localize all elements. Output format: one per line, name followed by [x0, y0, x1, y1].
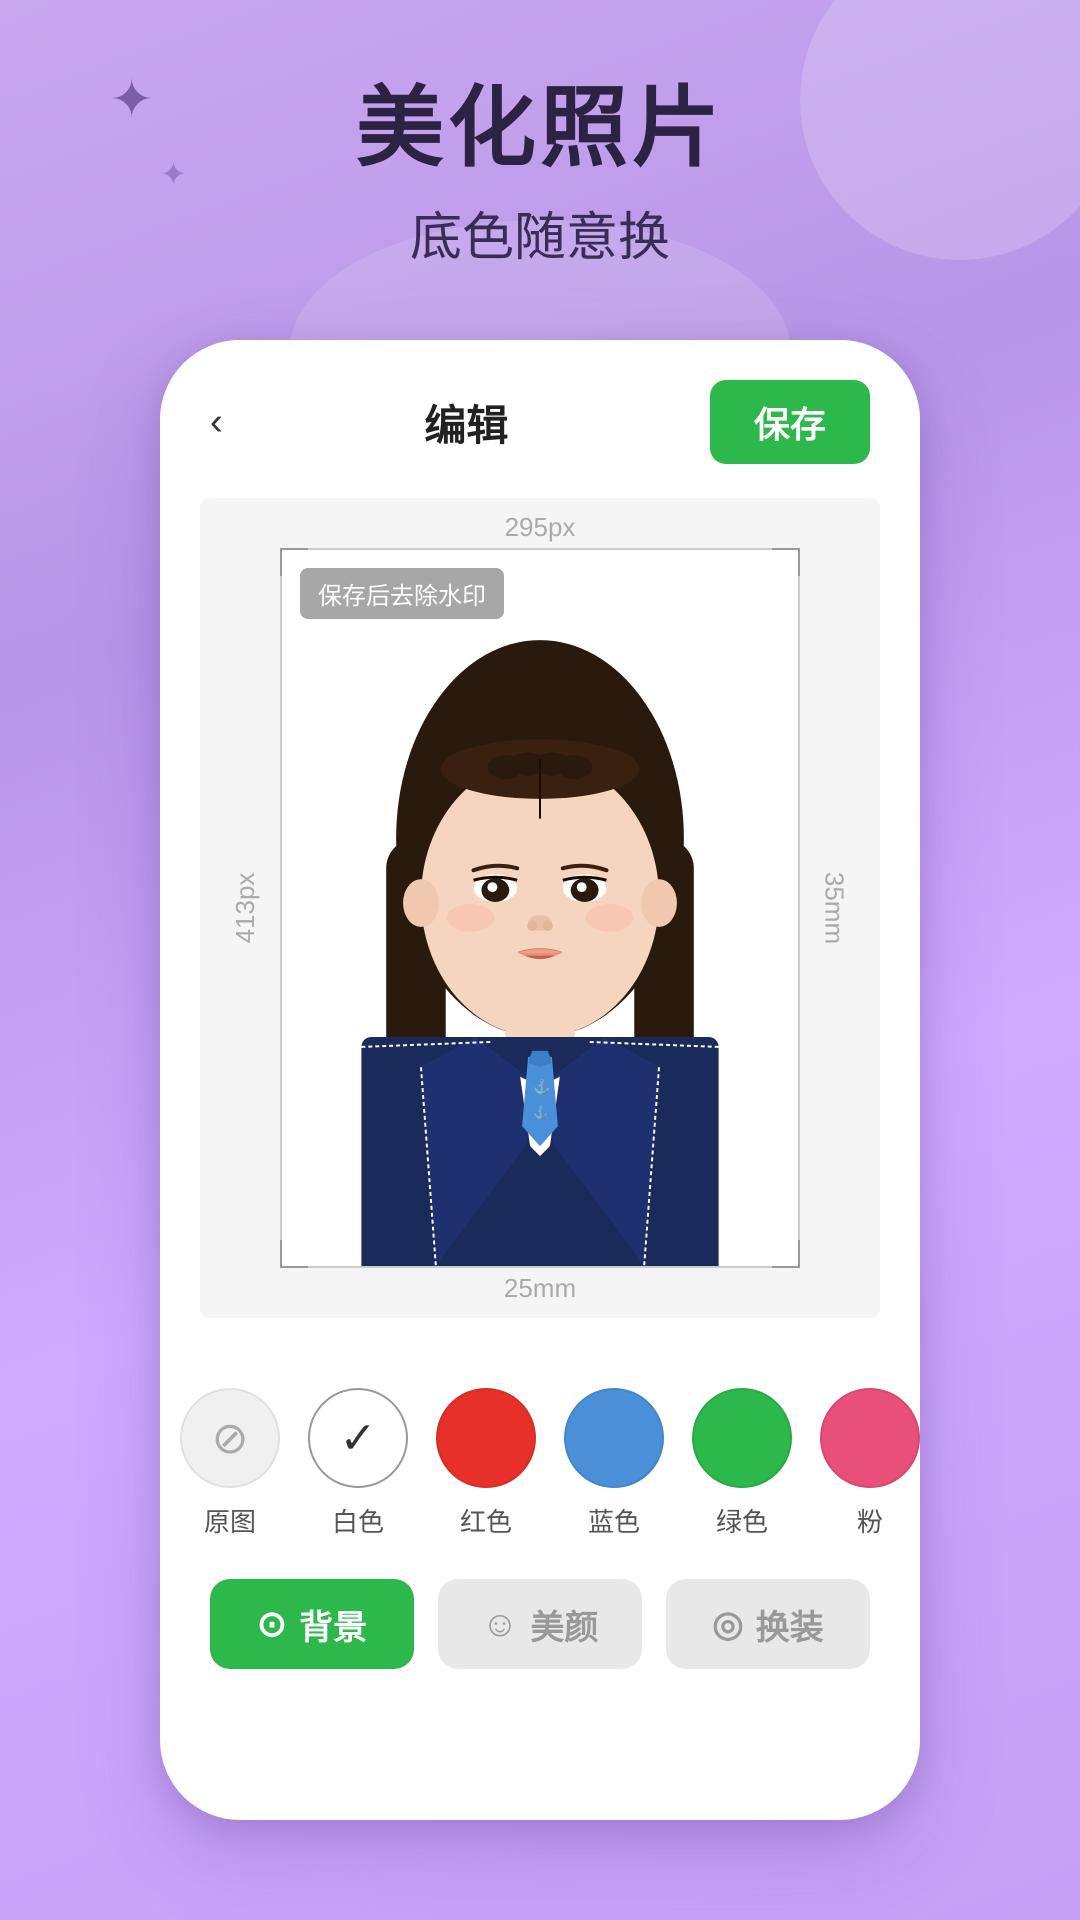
color-circle-blue: [564, 1388, 664, 1488]
tab-beauty[interactable]: ☺ 美颜: [438, 1579, 642, 1669]
bottom-tabs: ⊙ 背景 ☺ 美颜 ◎ 换装: [160, 1549, 920, 1709]
dimension-top: 295px: [505, 512, 576, 543]
check-icon: ✓: [340, 1413, 377, 1464]
dimension-bottom: 25mm: [504, 1273, 576, 1304]
tools-spacer: [160, 1318, 920, 1358]
color-circle-pink: [820, 1388, 920, 1488]
tab-icon-outfit: ◎: [712, 1603, 743, 1645]
header-title: 美化照片: [0, 80, 1080, 177]
color-option-green[interactable]: 绿色: [692, 1388, 792, 1539]
color-selector: ⊘ 原图 ✓ 白色 红色 蓝色 绿色 粉: [160, 1358, 920, 1549]
color-label-original: 原图: [204, 1502, 256, 1539]
color-circle-original: ⊘: [180, 1388, 280, 1488]
color-option-white[interactable]: ✓ 白色: [308, 1388, 408, 1539]
svg-text:⚓: ⚓: [533, 1105, 548, 1119]
page-title: 编辑: [424, 392, 508, 453]
header-subtitle: 底色随意换: [0, 195, 1080, 270]
back-button[interactable]: ‹: [210, 401, 223, 444]
tab-label-background: 背景: [299, 1600, 367, 1649]
tab-background[interactable]: ⊙ 背景: [210, 1579, 414, 1669]
portrait-photo: ⚓ ⚓: [282, 550, 798, 1266]
color-circle-red: [436, 1388, 536, 1488]
no-color-icon: ⊘: [212, 1413, 249, 1464]
color-label-pink: 粉: [857, 1502, 883, 1539]
photo-edit-area: 295px 25mm 413px 35mm 保存后去除水印: [200, 498, 880, 1318]
tab-label-outfit: 换装: [756, 1600, 824, 1649]
watermark-badge: 保存后去除水印: [300, 568, 504, 619]
color-option-original[interactable]: ⊘ 原图: [180, 1388, 280, 1539]
save-button[interactable]: 保存: [710, 380, 870, 464]
dimension-right: 35mm: [818, 872, 849, 944]
header-section: 美化照片 底色随意换: [0, 0, 1080, 270]
color-option-pink[interactable]: 粉: [820, 1388, 920, 1539]
phone-topbar: ‹ 编辑 保存: [160, 340, 920, 488]
color-label-red: 红色: [460, 1502, 512, 1539]
tab-icon-beauty: ☺: [482, 1603, 519, 1645]
phone-mockup: ‹ 编辑 保存 295px 25mm 413px 35mm 保存后去除水印: [160, 340, 920, 1820]
tab-outfit[interactable]: ◎ 换装: [666, 1579, 870, 1669]
color-circle-white: ✓: [308, 1388, 408, 1488]
color-label-blue: 蓝色: [588, 1502, 640, 1539]
color-option-red[interactable]: 红色: [436, 1388, 536, 1539]
color-label-green: 绿色: [716, 1502, 768, 1539]
color-circle-green: [692, 1388, 792, 1488]
svg-text:⚓: ⚓: [533, 1079, 550, 1096]
color-option-blue[interactable]: 蓝色: [564, 1388, 664, 1539]
photo-frame: 保存后去除水印: [280, 548, 800, 1268]
tab-label-beauty: 美颜: [530, 1600, 598, 1649]
tab-icon-background: ⊙: [257, 1603, 287, 1645]
color-label-white: 白色: [332, 1502, 384, 1539]
dimension-left: 413px: [230, 873, 261, 944]
